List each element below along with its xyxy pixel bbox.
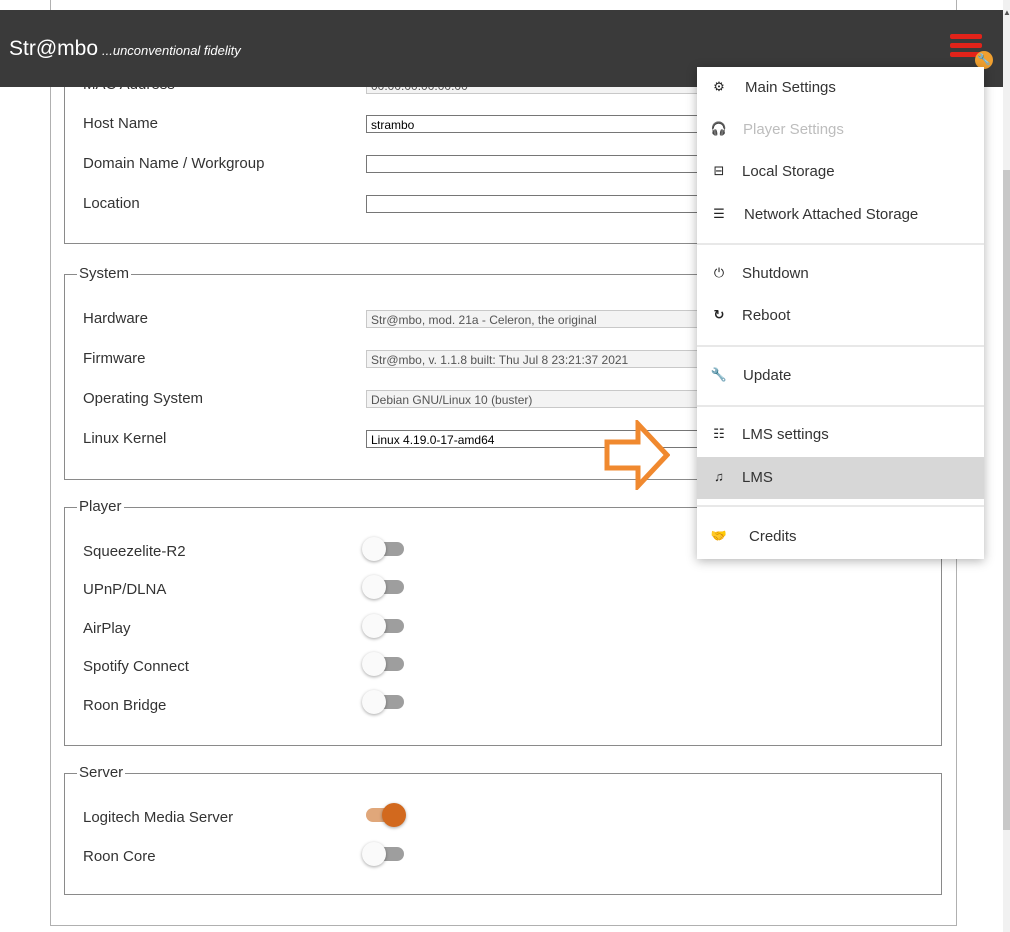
- host-name-label: Host Name: [83, 115, 159, 132]
- location-input[interactable]: [366, 195, 706, 213]
- server-fieldset: Server: [64, 764, 942, 895]
- menu-item-label: Network Attached Storage: [744, 206, 919, 223]
- music-icon: ♫: [714, 469, 724, 484]
- menu-item-label: LMS: [742, 469, 773, 486]
- linux-kernel-label: Linux Kernel: [83, 430, 167, 447]
- brand-logo[interactable]: Str@mbo ...unconventional fidelity: [9, 37, 241, 61]
- server-legend: Server: [77, 764, 126, 781]
- sliders-icon: ☷: [713, 426, 725, 441]
- player-legend: Player: [77, 498, 124, 515]
- scroll-up-arrow-icon[interactable]: ▲: [1003, 8, 1010, 20]
- menu-item-reboot[interactable]: ↻ Reboot: [697, 295, 984, 337]
- menu-divider: [697, 505, 984, 507]
- roon-bridge-label: Roon Bridge: [83, 697, 167, 714]
- menu-item-label: Local Storage: [742, 163, 835, 180]
- spotify-connect-toggle[interactable]: [362, 651, 406, 677]
- menu-divider: [697, 405, 984, 407]
- gears-icon: ⚙: [713, 79, 725, 94]
- menu-item-player-settings: 🎧 Player Settings: [697, 109, 984, 151]
- menu-item-network-attached-storage[interactable]: ☰ Network Attached Storage: [697, 194, 984, 236]
- location-label: Location: [83, 195, 140, 212]
- domain-name-label: Domain Name / Workgroup: [83, 155, 265, 172]
- menu-item-label: Main Settings: [745, 79, 836, 96]
- menu-item-lms[interactable]: ♫ LMS: [697, 457, 984, 499]
- menu-item-label: LMS settings: [742, 426, 829, 443]
- menu-item-label: Update: [743, 367, 792, 384]
- system-legend: System: [77, 265, 132, 282]
- hardware-field: Str@mbo, mod. 21a - Celeron, the origina…: [366, 310, 706, 328]
- brand-tagline: ...unconventional fidelity: [102, 43, 241, 58]
- hdd-icon: ⊟: [713, 163, 725, 178]
- pointer-arrow-icon: [604, 420, 670, 490]
- roon-bridge-toggle[interactable]: [362, 689, 406, 715]
- airplay-toggle[interactable]: [362, 613, 406, 639]
- menu-item-label: Shutdown: [742, 265, 809, 282]
- menu-item-main-settings[interactable]: ⚙ Main Settings: [697, 67, 984, 109]
- operating-system-field: Debian GNU/Linux 10 (buster): [366, 390, 706, 408]
- menu-item-credits[interactable]: 🤝 Credits: [697, 516, 984, 558]
- domain-name-input[interactable]: [366, 155, 706, 173]
- menu-item-label: Reboot: [742, 307, 791, 324]
- roon-core-toggle[interactable]: [362, 841, 406, 867]
- squeezelite-label: Squeezelite-R2: [83, 543, 186, 560]
- menu-item-label: Credits: [749, 528, 797, 545]
- headphones-icon: 🎧: [710, 121, 728, 136]
- operating-system-label: Operating System: [83, 390, 204, 407]
- main-dropdown-menu: ⚙ Main Settings 🎧 Player Settings ⊟ Loca…: [697, 67, 984, 559]
- host-name-input[interactable]: strambo: [366, 115, 706, 133]
- menu-item-label: Player Settings: [743, 121, 844, 138]
- logitech-media-server-toggle[interactable]: [362, 802, 406, 828]
- upnp-dlna-toggle[interactable]: [362, 574, 406, 600]
- firmware-label: Firmware: [83, 350, 146, 367]
- menu-divider: [697, 243, 984, 245]
- logitech-media-server-label: Logitech Media Server: [83, 809, 234, 826]
- handshake-icon: 🤝: [710, 528, 728, 543]
- menu-item-local-storage[interactable]: ⊟ Local Storage: [697, 151, 984, 193]
- spotify-connect-label: Spotify Connect: [83, 658, 189, 675]
- menu-divider: [697, 345, 984, 347]
- hardware-label: Hardware: [83, 310, 149, 327]
- power-icon: ⏻: [713, 265, 725, 280]
- reboot-icon: ↻: [713, 307, 725, 322]
- firmware-field: Str@mbo, v. 1.1.8 built: Thu Jul 8 23:21…: [366, 350, 706, 368]
- squeezelite-toggle[interactable]: [362, 536, 406, 562]
- airplay-label: AirPlay: [83, 620, 131, 637]
- menu-item-shutdown[interactable]: ⏻ Shutdown: [697, 253, 984, 295]
- scrollbar-thumb[interactable]: [1003, 170, 1010, 830]
- wrench-icon: 🔧: [710, 367, 728, 382]
- upnp-dlna-label: UPnP/DLNA: [83, 581, 167, 598]
- menu-item-lms-settings[interactable]: ☷ LMS settings: [697, 414, 984, 456]
- roon-core-label: Roon Core: [83, 848, 156, 865]
- menu-item-update[interactable]: 🔧 Update: [697, 355, 984, 397]
- server-icon: ☰: [713, 206, 725, 221]
- brand-name: Str@mbo: [9, 37, 99, 60]
